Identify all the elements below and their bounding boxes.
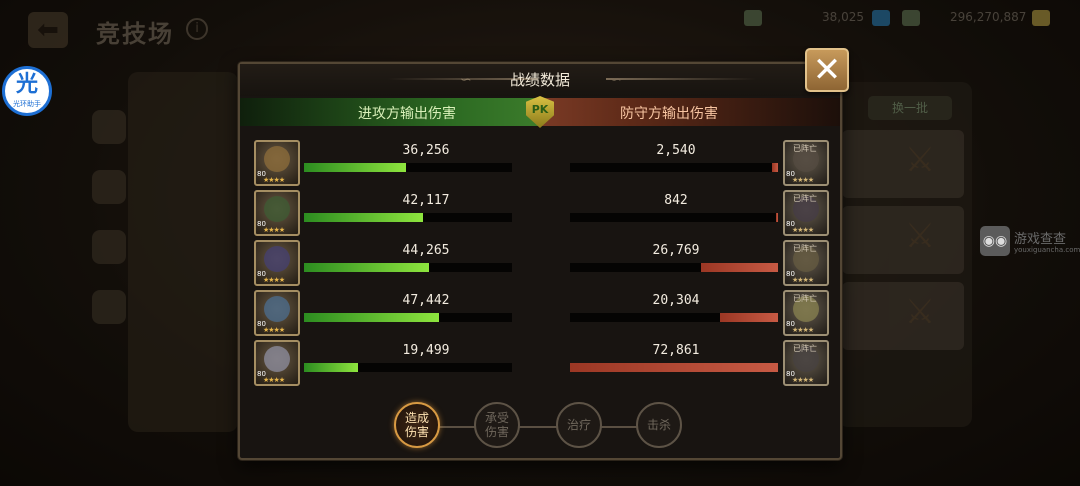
attacker-damage-bar	[304, 263, 512, 272]
tab-label: 造成伤害	[404, 411, 429, 439]
star-rating: ★★★★	[792, 376, 814, 384]
defeated-status: 已阵亡	[793, 294, 817, 303]
attacker-label: 进攻方输出伤害	[358, 106, 456, 122]
hero-face-icon	[264, 296, 290, 322]
hero-face-icon	[264, 246, 290, 272]
attacker-damage-fill	[304, 213, 423, 222]
attacker-hero-portrait[interactable]: 80 ★★★★	[254, 340, 300, 386]
tab-healing[interactable]: 治疗	[556, 402, 602, 448]
defender-damage-fill	[775, 213, 778, 222]
attacker-damage-bar	[304, 363, 512, 372]
close-button[interactable]: ✕	[805, 48, 849, 92]
attacker-damage-bar	[304, 313, 512, 322]
dialog-header: ∽ 战绩数据 ∽	[240, 64, 840, 96]
defeated-status: 已阵亡	[793, 244, 817, 253]
hero-face-icon	[264, 146, 290, 172]
defender-damage-bar	[570, 213, 778, 222]
defender-damage-bar	[570, 313, 778, 322]
helper-logo-text: 光环助手	[13, 100, 41, 108]
hero-face-icon	[264, 346, 290, 372]
damage-row: 80 ★★★★ 36,256 2,540 已阵亡 80 ★★★★	[240, 140, 840, 186]
attacker-hero-portrait[interactable]: 80 ★★★★	[254, 190, 300, 236]
watermark-url: youxiguancha.com	[1014, 246, 1080, 254]
watermark-text: 游戏查查	[1014, 232, 1067, 247]
attacker-damage-value: 44,265	[402, 243, 450, 258]
defender-damage-bar	[570, 263, 778, 272]
defender-damage-fill	[771, 163, 778, 172]
tab-damage-dealt[interactable]: 造成伤害	[394, 402, 440, 448]
damage-row: 80 ★★★★ 47,442 20,304 已阵亡 80 ★★★★	[240, 290, 840, 336]
star-rating: ★★★★	[263, 376, 285, 384]
attacker-damage-fill	[304, 363, 359, 372]
defender-damage-value: 26,769	[652, 243, 700, 258]
defender-damage-fill	[570, 363, 778, 372]
defender-hero-portrait[interactable]: 已阵亡 80 ★★★★	[783, 340, 829, 386]
defeated-status: 已阵亡	[793, 344, 817, 353]
attacker-hero-portrait[interactable]: 80 ★★★★	[254, 140, 300, 186]
battle-stats-dialog: ∽ 战绩数据 ∽ 进攻方输出伤害 防守方输出伤害 PK 80 ★★★★ 36,256…	[238, 62, 842, 460]
attacker-hero-portrait[interactable]: 80 ★★★★	[254, 240, 300, 286]
defender-damage-value: 2,540	[656, 143, 696, 158]
attacker-damage-fill	[304, 163, 406, 172]
helper-app-logo[interactable]: 光 光环助手	[2, 66, 52, 116]
attacker-damage-fill	[304, 313, 440, 322]
star-rating: ★★★★	[263, 226, 285, 234]
defeated-status: 已阵亡	[793, 144, 817, 153]
pk-label: PK	[531, 103, 549, 116]
attacker-header: 进攻方输出伤害	[240, 98, 538, 126]
attacker-hero-portrait[interactable]: 80 ★★★★	[254, 290, 300, 336]
defender-hero-portrait[interactable]: 已阵亡 80 ★★★★	[783, 290, 829, 336]
star-rating: ★★★★	[263, 276, 285, 284]
tab-label: 击杀	[646, 418, 671, 432]
close-icon: ✕	[812, 50, 842, 90]
helper-logo-glyph: 光	[15, 72, 38, 97]
star-rating: ★★★★	[792, 226, 814, 234]
defender-damage-fill	[719, 313, 778, 322]
star-rating: ★★★★	[263, 176, 285, 184]
watermark: ◉◉ 游戏查查 youxiguancha.com	[980, 226, 1080, 260]
defeated-status: 已阵亡	[793, 194, 817, 203]
attacker-damage-value: 47,442	[402, 293, 450, 308]
defender-header: 防守方输出伤害	[542, 98, 840, 126]
defender-label: 防守方输出伤害	[620, 106, 718, 122]
defender-damage-value: 842	[664, 193, 688, 208]
star-rating: ★★★★	[792, 326, 814, 334]
defender-hero-portrait[interactable]: 已阵亡 80 ★★★★	[783, 140, 829, 186]
defender-damage-value: 20,304	[652, 293, 700, 308]
defender-damage-fill	[701, 263, 778, 272]
attacker-damage-fill	[304, 263, 429, 272]
attacker-damage-value: 19,499	[402, 343, 450, 358]
tab-kills[interactable]: 击杀	[636, 402, 682, 448]
defender-damage-bar	[570, 163, 778, 172]
defender-hero-portrait[interactable]: 已阵亡 80 ★★★★	[783, 240, 829, 286]
tab-label: 治疗	[566, 418, 591, 432]
tab-label: 承受伤害	[484, 411, 509, 439]
damage-row: 80 ★★★★ 19,499 72,861 已阵亡 80 ★★★★	[240, 340, 840, 386]
star-rating: ★★★★	[263, 326, 285, 334]
stat-tabs: 造成伤害 承受伤害 治疗 击杀	[390, 402, 690, 450]
damage-row: 80 ★★★★ 42,117 842 已阵亡 80 ★★★★	[240, 190, 840, 236]
star-rating: ★★★★	[792, 276, 814, 284]
watermark-logo-icon: ◉◉	[980, 226, 1010, 256]
hero-face-icon	[264, 196, 290, 222]
star-rating: ★★★★	[792, 176, 814, 184]
attacker-damage-value: 36,256	[402, 143, 450, 158]
tab-connector	[410, 426, 670, 428]
ornament-curl-icon: ∽	[610, 72, 622, 88]
attacker-damage-value: 42,117	[402, 193, 450, 208]
attacker-damage-bar	[304, 213, 512, 222]
attacker-damage-bar	[304, 163, 512, 172]
damage-row: 80 ★★★★ 44,265 26,769 已阵亡 80 ★★★★	[240, 240, 840, 286]
defender-hero-portrait[interactable]: 已阵亡 80 ★★★★	[783, 190, 829, 236]
tab-damage-taken[interactable]: 承受伤害	[474, 402, 520, 448]
defender-damage-value: 72,861	[652, 343, 700, 358]
header-ornament-right	[606, 78, 756, 80]
defender-damage-bar	[570, 363, 778, 372]
